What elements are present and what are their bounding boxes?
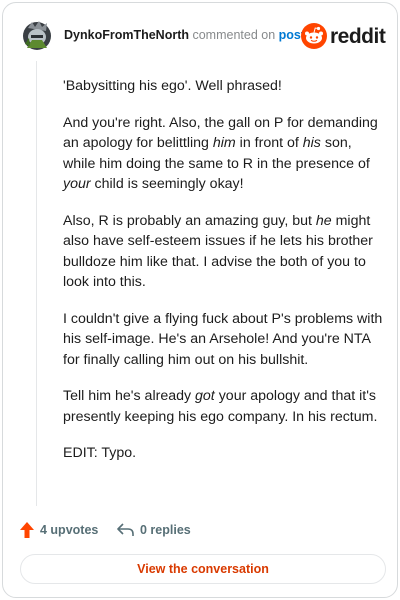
reply-count: 0 replies (140, 523, 191, 537)
comment-text: Also, R is probably an amazing guy, but (63, 212, 316, 229)
avatar[interactable] (20, 18, 54, 52)
emphasis-text: your (63, 176, 91, 192)
upvote-button[interactable]: 4 upvotes (20, 519, 98, 541)
reddit-logo-icon (301, 23, 327, 49)
comment-text: I couldn't give a flying fuck about P's … (63, 310, 383, 368)
comment-paragraph: 'Babysitting his ego'. Well phrased! (63, 76, 383, 97)
emphasis-text: got (195, 388, 215, 404)
comment-paragraph: EDIT: Typo. (63, 443, 383, 464)
reply-button[interactable]: 0 replies (117, 519, 191, 541)
reddit-logo[interactable]: reddit (301, 23, 386, 49)
reddit-wordmark: reddit (330, 25, 386, 48)
comment-paragraph: I couldn't give a flying fuck about P's … (63, 309, 383, 371)
upvote-count: 4 upvotes (40, 523, 99, 537)
action-text: commented on (192, 28, 276, 42)
reply-icon (117, 523, 134, 536)
comment-actions: 4 upvotes 0 replies (20, 519, 380, 541)
upvote-arrow-icon (20, 522, 34, 538)
comment-text: child is seemingly okay! (90, 176, 244, 192)
username[interactable]: DynkoFromTheNorth (64, 28, 189, 42)
comment-paragraph: Also, R is probably an amazing guy, but … (63, 211, 383, 293)
emphasis-text: him (212, 135, 236, 151)
emphasis-text: he (315, 212, 332, 229)
comment-card: DynkoFromTheNorth commented on post redd… (2, 2, 398, 598)
comment-text: Tell him he's already (63, 388, 196, 404)
emphasis-text: his (302, 135, 321, 151)
comment-body: 'Babysitting his ego'. Well phrased! And … (63, 76, 383, 480)
thread-line (36, 61, 37, 506)
comment-header: DynkoFromTheNorth commented on post redd… (20, 18, 386, 54)
comment-text: in front of (235, 135, 303, 151)
comment-paragraph: Tell him he's already got your apology a… (63, 386, 383, 427)
view-conversation-button[interactable]: View the conversation (20, 554, 386, 584)
comment-text: EDIT: Typo. (63, 445, 137, 461)
comment-paragraph: And you're right. Also, the gall on P fo… (63, 113, 383, 195)
comment-text: 'Babysitting his ego'. Well phrased! (63, 78, 282, 94)
comment-meta: DynkoFromTheNorth commented on post (64, 28, 305, 42)
